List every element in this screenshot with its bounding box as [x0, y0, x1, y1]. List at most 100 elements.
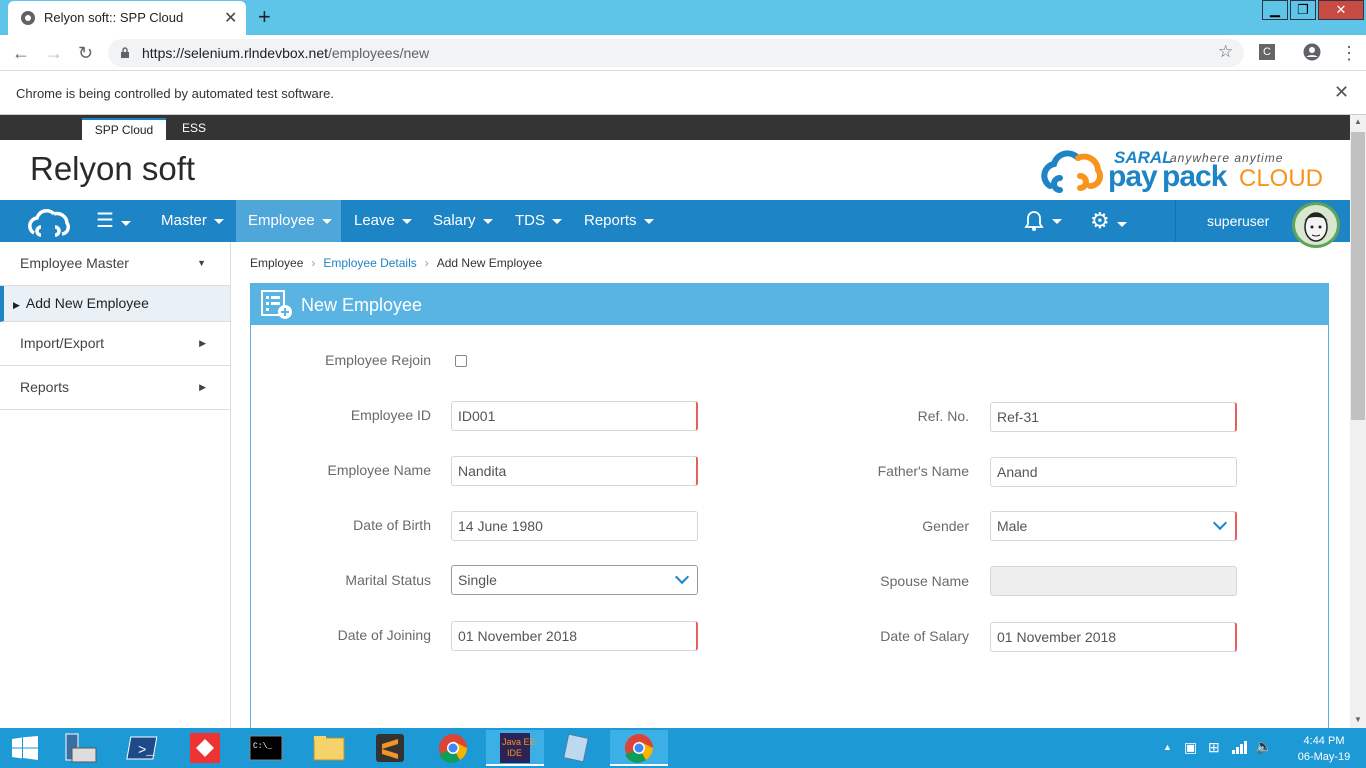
nav-reports[interactable]: Reports [574, 200, 664, 242]
page-favicon-icon [21, 11, 35, 25]
panel-header: New Employee [251, 284, 1328, 325]
nav-employee[interactable]: Employee [236, 200, 341, 242]
employee-name-input[interactable] [451, 456, 698, 486]
back-icon[interactable]: ← [12, 43, 30, 64]
sidebar-item-add-new-employee[interactable]: ▶ Add New Employee [0, 286, 230, 322]
page-scrollbar[interactable]: ▲ ▼ [1350, 115, 1366, 728]
breadcrumb-employee-details[interactable]: Employee Details [323, 256, 416, 270]
nav-employee-label: Employee [248, 212, 315, 229]
user-avatar[interactable] [1292, 202, 1340, 248]
scroll-up-icon[interactable]: ▲ [1354, 117, 1362, 126]
minimize-icon[interactable]: ▁ [1262, 0, 1288, 20]
nav-tds-label: TDS [515, 212, 545, 229]
employee-id-label: Employee ID [350, 407, 431, 423]
profile-icon[interactable] [1303, 43, 1321, 61]
windows-start-icon[interactable] [12, 736, 38, 760]
nav-reports-label: Reports [584, 212, 637, 229]
caret-right-icon: ▶ [13, 300, 20, 310]
chevron-down-icon [674, 569, 690, 585]
taskbar-clock[interactable]: 4:44 PM 06-May-19 [1284, 733, 1364, 765]
new-tab-icon[interactable]: + [258, 4, 271, 30]
server-manager-icon[interactable] [52, 730, 110, 766]
nav-tds[interactable]: TDS [505, 200, 572, 242]
command-prompt-icon[interactable]: C:\_ [238, 730, 296, 766]
app-switch-bar: SPP Cloud ESS [0, 115, 1350, 140]
form-list-icon [261, 290, 292, 319]
extension-icon[interactable]: C [1259, 44, 1275, 60]
dos-input[interactable] [990, 622, 1237, 652]
employee-id-input[interactable] [451, 401, 698, 431]
restore-icon[interactable]: ❐ [1290, 0, 1316, 20]
ref-no-input[interactable] [990, 402, 1237, 432]
notifications-bell-icon[interactable] [1013, 200, 1072, 242]
hamburger-menu-icon[interactable]: ☰ [86, 200, 141, 242]
marital-status-value: Single [458, 572, 497, 588]
tray-signal-icon[interactable] [1232, 740, 1248, 754]
spouse-name-input[interactable] [990, 566, 1237, 596]
gender-value: Male [997, 518, 1028, 534]
automation-infobar: Chrome is being controlled by automated … [0, 71, 1366, 115]
sidebar-item-import-export[interactable]: Import/Export ▶ [0, 322, 230, 366]
gender-label: Gender [922, 518, 969, 534]
window-close-icon[interactable]: ✕ [1318, 0, 1364, 20]
file-explorer-icon[interactable] [300, 730, 358, 766]
main-nav: ☰ Master Employee Leave Salary TDS Repor… [0, 200, 1350, 242]
doj-label: Date of Joining [337, 627, 431, 643]
nav-salary[interactable]: Salary [423, 200, 503, 242]
powershell-icon[interactable]: >_ [116, 730, 174, 766]
nav-master[interactable]: Master [151, 200, 234, 242]
windows-taskbar: >_ C:\_ Java EE IDE ▲ ▣ ⊞ 🔈 [0, 728, 1366, 768]
caret-right-icon: ▶ [199, 338, 206, 348]
user-name[interactable]: superuser [1207, 213, 1269, 229]
doj-input[interactable] [451, 621, 698, 651]
scroll-down-icon[interactable]: ▼ [1354, 715, 1362, 724]
url-path: /employees/new [328, 45, 430, 61]
breadcrumb-employee[interactable]: Employee [250, 256, 303, 270]
chrome-taskbar-icon[interactable] [424, 730, 482, 766]
new-employee-panel: New Employee [250, 283, 1329, 733]
svg-text:>_: >_ [138, 743, 155, 759]
tray-network-icon[interactable]: ⊞ [1208, 739, 1220, 756]
tab-close-icon[interactable]: ✕ [224, 8, 237, 28]
tray-action-center-icon[interactable]: ▣ [1184, 739, 1197, 756]
dos-label: Date of Salary [880, 628, 969, 644]
reload-icon[interactable]: ↻ [78, 43, 93, 64]
paypack-cloud-logo-icon [1041, 150, 1103, 193]
employee-rejoin-label: Employee Rejoin [325, 352, 431, 368]
gender-select[interactable]: Male [990, 511, 1237, 541]
tray-volume-icon[interactable]: 🔈 [1255, 738, 1272, 755]
java-ee-ide-icon[interactable]: Java EE IDE [486, 730, 544, 766]
logo-cloud: CLOUD [1239, 165, 1324, 192]
browser-tab[interactable]: Relyon soft:: SPP Cloud ✕ [8, 1, 246, 35]
chrome-active-taskbar-icon[interactable] [610, 730, 668, 766]
sublime-text-icon[interactable] [362, 730, 420, 766]
employee-rejoin-checkbox[interactable] [455, 355, 467, 367]
sidebar-item-reports[interactable]: Reports ▶ [0, 366, 230, 410]
brand-title: Relyon soft [30, 150, 196, 187]
nav-salary-label: Salary [433, 212, 476, 229]
tray-expand-icon[interactable]: ▲ [1163, 742, 1172, 752]
url-text: https://selenium.rlndevbox.net/employees… [142, 45, 429, 61]
anydesk-icon[interactable] [178, 730, 236, 766]
menu-kebab-icon[interactable]: ⋮ [1340, 43, 1358, 64]
forward-icon[interactable]: → [45, 43, 63, 64]
tab-ess[interactable]: ESS [182, 121, 206, 135]
chevron-down-icon [1212, 515, 1228, 531]
nav-leave[interactable]: Leave [344, 200, 422, 242]
notepad-icon[interactable] [548, 730, 606, 766]
tab-title: Relyon soft:: SPP Cloud [44, 10, 184, 25]
sidebar-item-employee-master[interactable]: Employee Master ▼ [0, 242, 230, 286]
infobar-close-icon[interactable]: ✕ [1334, 82, 1349, 103]
dob-input[interactable] [451, 511, 698, 541]
marital-status-select[interactable]: Single [451, 565, 698, 595]
nav-leave-label: Leave [354, 212, 395, 229]
nav-master-label: Master [161, 212, 207, 229]
nav-divider [1175, 200, 1176, 242]
bookmark-star-icon[interactable]: ☆ [1218, 42, 1233, 62]
scrollbar-thumb[interactable] [1351, 132, 1365, 420]
tab-spp-cloud[interactable]: SPP Cloud [82, 118, 166, 140]
address-bar[interactable]: https://selenium.rlndevbox.net/employees… [108, 39, 1244, 67]
fathers-name-input[interactable] [990, 457, 1237, 487]
home-cloud-icon[interactable] [24, 207, 72, 237]
settings-gears-icon[interactable]: ⚙ [1080, 200, 1137, 242]
